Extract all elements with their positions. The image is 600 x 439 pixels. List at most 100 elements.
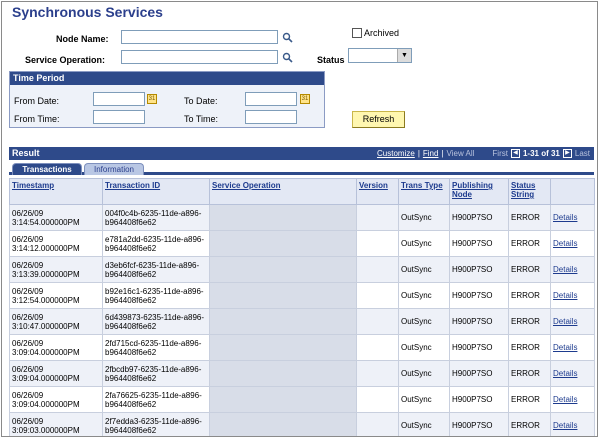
details-cell: Details [550,282,595,309]
cell-service-operation [209,256,357,283]
find-link[interactable]: Find [423,149,439,158]
cell-trans-type: OutSync [398,204,450,231]
cell-version [356,334,399,361]
table-row: 06/26/09 3:12:54.000000PM b92e16c1-6235-1… [9,282,595,309]
tab-transactions[interactable]: Transactions [12,163,82,175]
column-header-service-operation[interactable]: Service Operation [209,178,357,205]
cell-trans-type: OutSync [398,334,450,361]
cell-version [356,204,399,231]
result-header: Result Customize | Find | View All First… [9,147,594,160]
synchronous-services-page: Synchronous Services Node Name: Archived… [1,1,598,437]
cell-status-string: ERROR [508,360,551,387]
details-link[interactable]: Details [553,395,577,404]
archived-checkbox[interactable] [352,28,362,38]
details-cell: Details [550,308,595,335]
cell-version [356,308,399,335]
cell-status-string: ERROR [508,386,551,413]
left-arrow-icon[interactable]: ◀ [510,149,520,158]
cell-publishing-node: H900P7SO [449,282,509,309]
details-link[interactable]: Details [553,239,577,248]
from-date-label: From Date: [14,96,60,106]
cell-publishing-node: H900P7SO [449,256,509,283]
archived-label: Archived [364,28,400,38]
column-header-timestamp[interactable]: Timestamp [9,178,103,205]
right-arrow-icon[interactable]: ▶ [562,149,572,158]
to-time-label: To Time: [184,114,219,124]
cell-trans-type: OutSync [398,412,450,436]
cell-timestamp: 06/26/09 3:09:04.000000PM [9,360,103,387]
cell-status-string: ERROR [508,256,551,283]
cell-timestamp: 06/26/09 3:14:12.000000PM [9,230,103,257]
cell-version [356,386,399,413]
node-name-input[interactable] [121,30,278,44]
cell-trans-type: OutSync [398,386,450,413]
service-operation-input[interactable] [121,50,278,64]
table-row: 06/26/09 3:14:12.000000PM e781a2dd-6235-1… [9,230,595,257]
result-tabs: Transactions Information [9,161,594,175]
service-operation-label: Service Operation: [25,55,106,65]
cell-version [356,256,399,283]
details-link[interactable]: Details [553,265,577,274]
cell-status-string: ERROR [508,308,551,335]
cell-version [356,360,399,387]
details-link[interactable]: Details [553,369,577,378]
cell-transaction-id: 004f0c4b-6235-11de-a896-b964408f6e62 [102,204,210,231]
cell-status-string: ERROR [508,282,551,309]
cell-timestamp: 06/26/09 3:09:04.000000PM [9,386,103,413]
details-link[interactable]: Details [553,343,577,352]
details-cell: Details [550,204,595,231]
cell-publishing-node: H900P7SO [449,412,509,436]
from-date-calendar-icon[interactable]: 31 [147,94,157,104]
refresh-button[interactable]: Refresh [352,111,405,128]
details-link[interactable]: Details [553,421,577,430]
from-time-input[interactable] [93,110,145,124]
table-row: 06/26/09 3:09:03.000000PM 2f7edda3-6235-1… [9,412,595,436]
last-link[interactable]: Last [575,149,590,158]
status-select[interactable]: ▼ [348,48,412,63]
customize-link[interactable]: Customize [377,149,415,158]
cell-trans-type: OutSync [398,230,450,257]
cell-trans-type: OutSync [398,308,450,335]
details-link[interactable]: Details [553,291,577,300]
first-link[interactable]: First [492,149,508,158]
cell-publishing-node: H900P7SO [449,334,509,361]
cell-version [356,230,399,257]
cell-transaction-id: d3eb6fcf-6235-11de-a896-b964408f6e62 [102,256,210,283]
cell-trans-type: OutSync [398,282,450,309]
column-header-trans-type[interactable]: Trans Type [398,178,450,205]
table-row: 06/26/09 3:13:39.000000PM d3eb6fcf-6235-1… [9,256,595,283]
column-header-transaction-id[interactable]: Transaction ID [102,178,210,205]
from-date-input[interactable] [93,92,145,106]
cell-service-operation [209,334,357,361]
to-date-input[interactable] [245,92,297,106]
node-name-lookup-icon[interactable] [282,32,293,43]
table-row: 06/26/09 3:14:54.000000PM 004f0c4b-6235-1… [9,204,595,231]
details-link[interactable]: Details [553,213,577,222]
cell-service-operation [209,386,357,413]
cell-service-operation [209,360,357,387]
service-operation-lookup-icon[interactable] [282,52,293,63]
cell-service-operation [209,282,357,309]
cell-transaction-id: 6d439873-6235-11de-a896-b964408f6e62 [102,308,210,335]
to-date-calendar-icon[interactable]: 31 [300,94,310,104]
column-header-version[interactable]: Version [356,178,399,205]
table-row: 06/26/09 3:09:04.000000PM 2fd715cd-6235-1… [9,334,595,361]
cell-publishing-node: H900P7SO [449,230,509,257]
node-name-label: Node Name: [56,34,109,44]
cell-timestamp: 06/26/09 3:10:47.000000PM [9,308,103,335]
details-cell: Details [550,334,595,361]
view-all-link[interactable]: View All [447,149,475,158]
cell-status-string: ERROR [508,204,551,231]
cell-transaction-id: b92e16c1-6235-11de-a896-b964408f6e62 [102,282,210,309]
cell-transaction-id: 2fbcdb97-6235-11de-a896-b964408f6e62 [102,360,210,387]
details-link[interactable]: Details [553,317,577,326]
to-time-input[interactable] [245,110,297,124]
cell-timestamp: 06/26/09 3:09:04.000000PM [9,334,103,361]
tab-information[interactable]: Information [84,163,144,175]
cell-publishing-node: H900P7SO [449,360,509,387]
cell-version [356,412,399,436]
transactions-table: Timestamp Transaction ID Service Operati… [9,178,595,436]
column-header-status-string[interactable]: Status String [508,178,551,205]
column-header-publishing-node[interactable]: Publishing Node [449,178,509,205]
cell-transaction-id: 2fd715cd-6235-11de-a896-b964408f6e62 [102,334,210,361]
